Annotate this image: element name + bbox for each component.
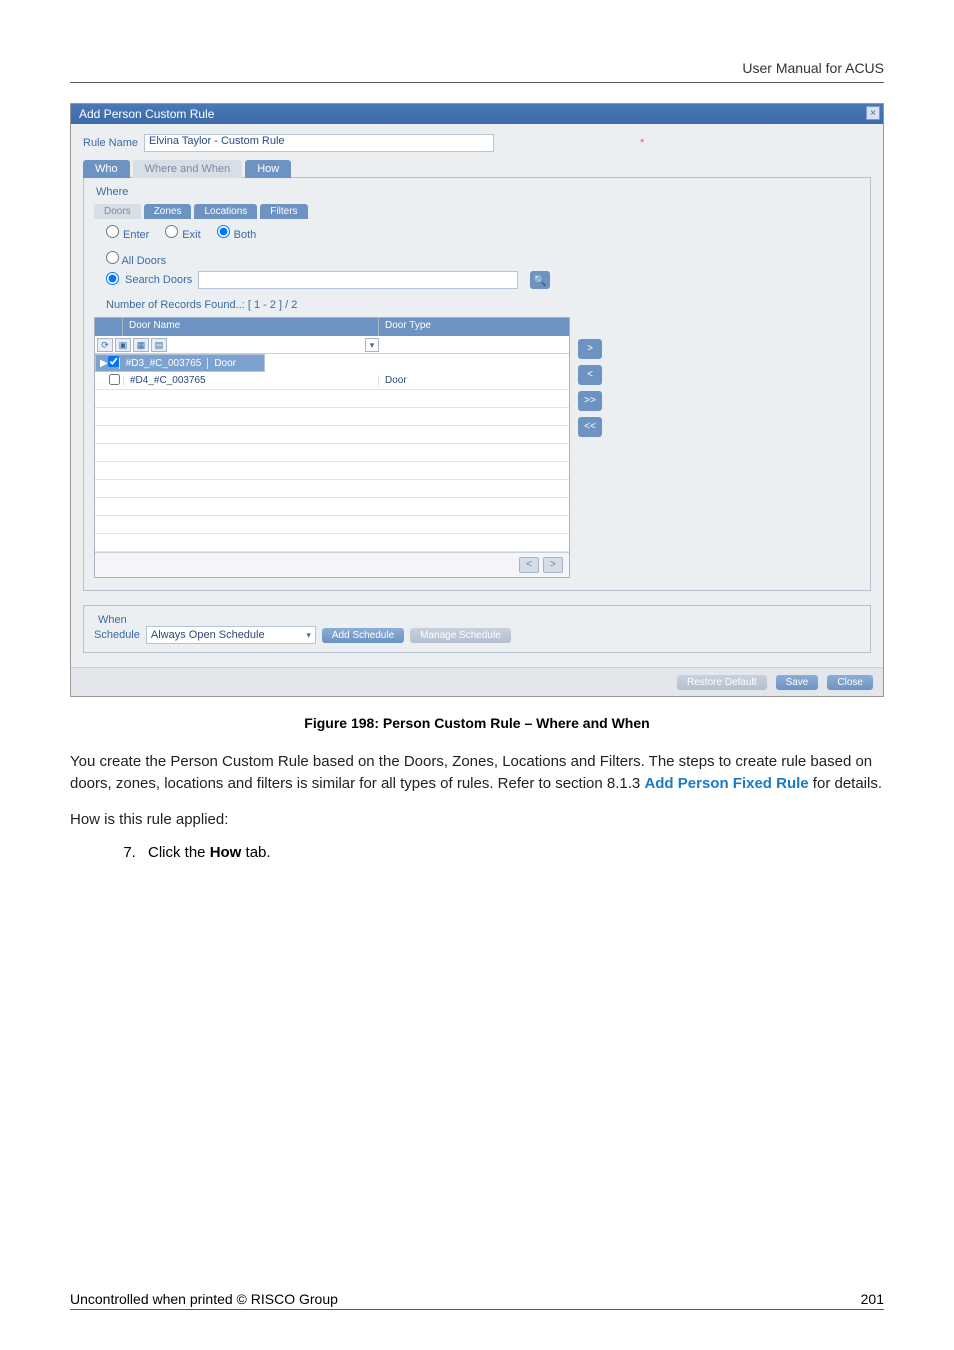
cell-door-type: Door	[208, 358, 260, 369]
radio-both[interactable]: Both	[217, 225, 257, 241]
search-doors-label: Search Doors	[125, 274, 192, 286]
subtab-doors[interactable]: Doors	[94, 204, 141, 219]
schedule-label: Schedule	[94, 629, 140, 641]
grid-tool-icon[interactable]: ▤	[151, 338, 167, 352]
main-tabs: Who Where and When How	[83, 160, 871, 178]
chevron-down-icon: ▾	[306, 630, 311, 641]
record-count: Number of Records Found..: [ 1 - 2 ] / 2	[106, 299, 860, 311]
dialog: Add Person Custom Rule × Rule Name Elvin…	[70, 103, 884, 697]
page-header: User Manual for ACUS	[70, 60, 884, 83]
when-group-title: When	[94, 614, 131, 626]
when-group: When Schedule Always Open Schedule ▾ Add…	[83, 605, 871, 653]
cell-door-name: #D4_#C_003765	[123, 375, 379, 386]
grid-tool-icon[interactable]: ▣	[115, 338, 131, 352]
tab-how[interactable]: How	[245, 160, 291, 178]
row-checkbox[interactable]	[108, 356, 119, 367]
subtab-zones[interactable]: Zones	[144, 204, 192, 219]
col-door-name[interactable]: Door Name	[123, 318, 379, 336]
search-doors-radio[interactable]	[106, 272, 119, 288]
table-row[interactable]: #D4_#C_003765 Door	[95, 372, 569, 390]
move-right-button[interactable]: >	[578, 339, 602, 359]
schedule-value: Always Open Schedule	[151, 629, 265, 641]
row-indicator-icon: ▶	[100, 358, 108, 369]
cell-door-type: Door	[379, 375, 569, 386]
tab-who[interactable]: Who	[83, 160, 130, 178]
pager-next[interactable]: >	[543, 557, 563, 573]
search-icon[interactable]: 🔍	[530, 271, 550, 289]
col-door-type[interactable]: Door Type	[379, 318, 569, 336]
close-button[interactable]: Close	[827, 675, 873, 690]
paragraph: How is this rule applied:	[70, 809, 884, 831]
step-list: Click the How tab.	[140, 844, 884, 861]
required-asterisk: *	[640, 137, 644, 149]
move-left-button[interactable]: <	[578, 365, 602, 385]
page-footer: Uncontrolled when printed © RISCO Group …	[70, 1291, 884, 1310]
move-all-left-button[interactable]: <<	[578, 417, 602, 437]
doors-grid: Door Name Door Type ⟳ ▣ ▦ ▤ ▾	[94, 317, 570, 578]
screenshot-figure: Add Person Custom Rule × Rule Name Elvin…	[70, 103, 884, 697]
list-item: Click the How tab.	[140, 844, 884, 861]
all-doors-radio[interactable]: All Doors	[106, 251, 860, 267]
search-input[interactable]	[198, 271, 518, 289]
rule-name-input[interactable]: Elvina Taylor - Custom Rule	[144, 134, 494, 152]
move-buttons: > < >> <<	[578, 339, 602, 578]
dialog-footer: Restore Default Save Close	[71, 667, 883, 696]
footer-page-number: 201	[861, 1291, 884, 1307]
dialog-title: Add Person Custom Rule	[79, 107, 214, 121]
filter-dropdown-icon[interactable]: ▾	[365, 338, 379, 352]
table-row[interactable]: ▶ #D3_#C_003765 Door	[95, 354, 265, 372]
paragraph: You create the Person Custom Rule based …	[70, 751, 884, 795]
direction-radios: Enter Exit Both	[106, 225, 860, 241]
subtab-locations[interactable]: Locations	[194, 204, 257, 219]
subtab-filters[interactable]: Filters	[260, 204, 307, 219]
footer-left: Uncontrolled when printed © RISCO Group	[70, 1291, 338, 1307]
save-button[interactable]: Save	[776, 675, 819, 690]
restore-default-button[interactable]: Restore Default	[677, 675, 766, 690]
grid-tool-icon[interactable]: ⟳	[97, 338, 113, 352]
radio-exit[interactable]: Exit	[165, 225, 200, 241]
manage-schedule-button[interactable]: Manage Schedule	[410, 628, 511, 643]
close-icon[interactable]: ×	[866, 106, 880, 120]
add-schedule-button[interactable]: Add Schedule	[322, 628, 404, 643]
rule-name-label: Rule Name	[83, 137, 138, 149]
grid-tool-icon[interactable]: ▦	[133, 338, 149, 352]
link-add-person-fixed-rule[interactable]: Add Person Fixed Rule	[644, 775, 808, 792]
sub-tabs: Doors Zones Locations Filters	[94, 204, 860, 219]
dialog-title-bar: Add Person Custom Rule ×	[71, 104, 883, 124]
where-group: Where Doors Zones Locations Filters Ente…	[83, 177, 871, 591]
move-all-right-button[interactable]: >>	[578, 391, 602, 411]
pager-prev[interactable]: <	[519, 557, 539, 573]
row-checkbox[interactable]	[109, 374, 120, 385]
figure-caption: Figure 198: Person Custom Rule – Where a…	[70, 715, 884, 731]
radio-enter[interactable]: Enter	[106, 225, 149, 241]
where-group-title: Where	[92, 186, 132, 198]
cell-door-name: #D3_#C_003765	[119, 358, 209, 369]
schedule-select[interactable]: Always Open Schedule ▾	[146, 626, 316, 644]
tab-where-when[interactable]: Where and When	[133, 160, 243, 178]
